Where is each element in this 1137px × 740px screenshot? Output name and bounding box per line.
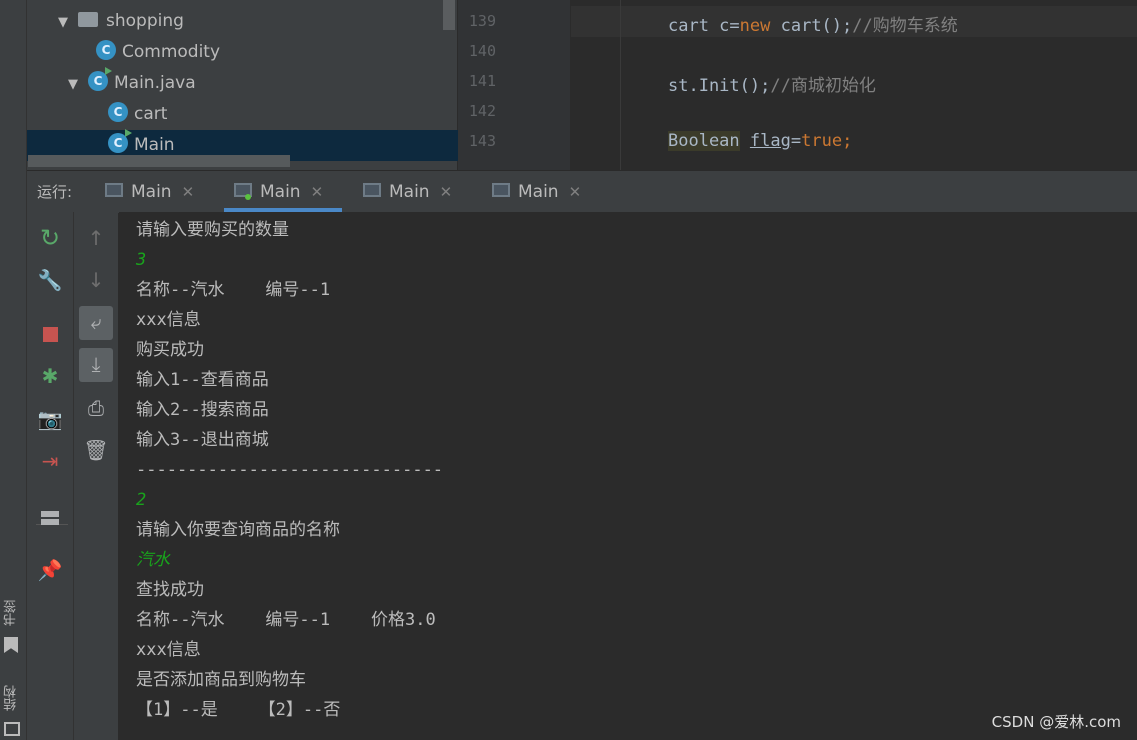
tree-item-commodity[interactable]: C Commodity [96,37,220,68]
code-variable: flag [749,131,791,151]
run-tab-4[interactable]: Main ✕ [492,172,581,212]
tab-label: Main [131,182,172,202]
run-label: 运行: [37,183,73,201]
console-line: 输入1--查看商品 [136,370,269,390]
close-icon[interactable]: ✕ [182,183,195,201]
code-comment: //商城初始化 [770,76,876,96]
console-line: 【1】--是 【2】--否 [136,700,341,720]
console-icon [492,183,510,197]
tab-label: Main [260,182,301,202]
tree-item-label: Main.java [114,73,196,93]
line-number: 143 [468,132,496,150]
tree-item-main-java[interactable]: ▼ C Main.java [68,67,196,100]
console-line: 请输入要购买的数量 [136,220,289,240]
console-line: 输入2--搜索商品 [136,400,269,420]
code-line-139[interactable]: cart c=new cart();//购物车系统 [668,11,958,36]
code-token: st.Init(); [668,76,771,96]
folder-icon [78,11,98,27]
console-input-line: 3 [136,250,147,270]
console-line: xxx信息 [136,310,201,330]
chevron-down-icon[interactable]: ▼ [58,7,78,38]
console-icon [363,183,381,197]
line-number: 140 [468,42,496,60]
console-line: 请输入你要查询商品的名称 [136,520,340,540]
editor-gutter: 139 140 141 142 143 [458,0,570,170]
code-line-143[interactable]: Boolean flag=true; [668,131,852,151]
bookmark-icon[interactable] [4,637,18,653]
down-arrow-icon[interactable]: ↓ [80,264,112,296]
running-indicator-icon [245,194,251,200]
rerun-icon[interactable]: ↻ [34,222,66,254]
console-line: 查找成功 [136,580,204,600]
watermark: CSDN @爱林.com [991,713,1121,731]
code-token: ; [842,131,853,151]
tree-item-label: Main [134,135,175,155]
run-tab-1[interactable]: Main ✕ [105,172,194,212]
pin-icon[interactable]: 📌 [34,554,66,586]
code-token: cart c= [668,16,740,36]
structure-icon[interactable] [4,722,20,736]
code-token: cart(); [770,16,853,36]
tab-label: Main [389,182,430,202]
debug-icon[interactable]: ✱ [34,360,66,392]
console-line: 购买成功 [136,340,204,360]
line-number: 142 [468,102,496,120]
code-type: Boolean [668,131,740,151]
print-icon[interactable]: ⎙ [80,392,112,424]
wrench-icon[interactable]: 🔧 [34,264,66,296]
chevron-down-icon[interactable]: ▼ [68,69,88,100]
class-icon: C [96,40,116,60]
line-number: 139 [468,12,496,30]
layout-icon[interactable] [34,500,66,532]
code-line-141[interactable]: st.Init();//商城初始化 [668,71,876,96]
runnable-class-icon: C [88,67,112,91]
bookmarks-tab[interactable]: 书签 [2,596,24,630]
console-line: 是否添加商品到购物车 [136,670,306,690]
tree-vertical-scrollbar[interactable] [443,0,455,30]
run-toolbar-primary: ↻ 🔧 ✱ 📷 ⇥ 📌 [27,212,74,740]
console-input-line: 汽水 [136,550,170,570]
console-line: xxx信息 [136,640,201,660]
close-icon[interactable]: ✕ [311,183,324,201]
code-comment: //购物车系统 [852,16,958,36]
run-tab-2[interactable]: Main ✕ [234,172,323,212]
line-number: 141 [468,72,496,90]
run-toolbar-secondary: ↑ ↓ ⤶ ⤓ ⎙ 🗑 [74,212,118,740]
tree-item-cart[interactable]: Ccart [108,99,167,130]
left-tool-stripe: 书签 结构 [0,0,27,740]
soft-wrap-icon[interactable]: ⤶ [79,306,113,340]
console-icon [105,183,123,197]
close-icon[interactable]: ✕ [569,183,582,201]
close-icon[interactable]: ✕ [440,183,453,201]
stop-icon[interactable] [34,317,66,349]
tree-item-shopping[interactable]: ▼ shopping [58,6,184,37]
code-keyword: true [801,131,843,151]
code-token: = [790,131,802,151]
run-tab-3[interactable]: Main ✕ [363,172,452,212]
code-keyword: new [739,16,771,36]
tree-item-label: shopping [106,11,184,31]
tree-item-label: Commodity [122,42,221,62]
console-line: 输入3--退出商城 [136,430,269,450]
scroll-to-end-icon[interactable]: ⤓ [79,348,113,382]
console-input-line: 2 [136,490,147,510]
tree-horizontal-scrollbar[interactable] [28,155,290,167]
console-line: 名称--汽水 编号--1 价格3.0 [136,610,436,630]
console-line: 名称--汽水 编号--1 [136,280,331,300]
tree-item-label: cart [134,104,168,124]
runnable-class-icon: C [108,129,132,153]
tab-label: Main [518,182,559,202]
camera-icon[interactable]: 📷 [34,403,66,435]
console-line: ------------------------------ [136,460,444,480]
class-icon: C [108,102,128,122]
indent-guide [620,0,621,170]
up-arrow-icon[interactable]: ↑ [80,222,112,254]
console-icon [234,183,252,200]
exit-icon[interactable]: ⇥ [34,445,66,477]
structure-tab[interactable]: 结构 [2,680,24,716]
trash-icon[interactable]: 🗑 [80,434,112,466]
